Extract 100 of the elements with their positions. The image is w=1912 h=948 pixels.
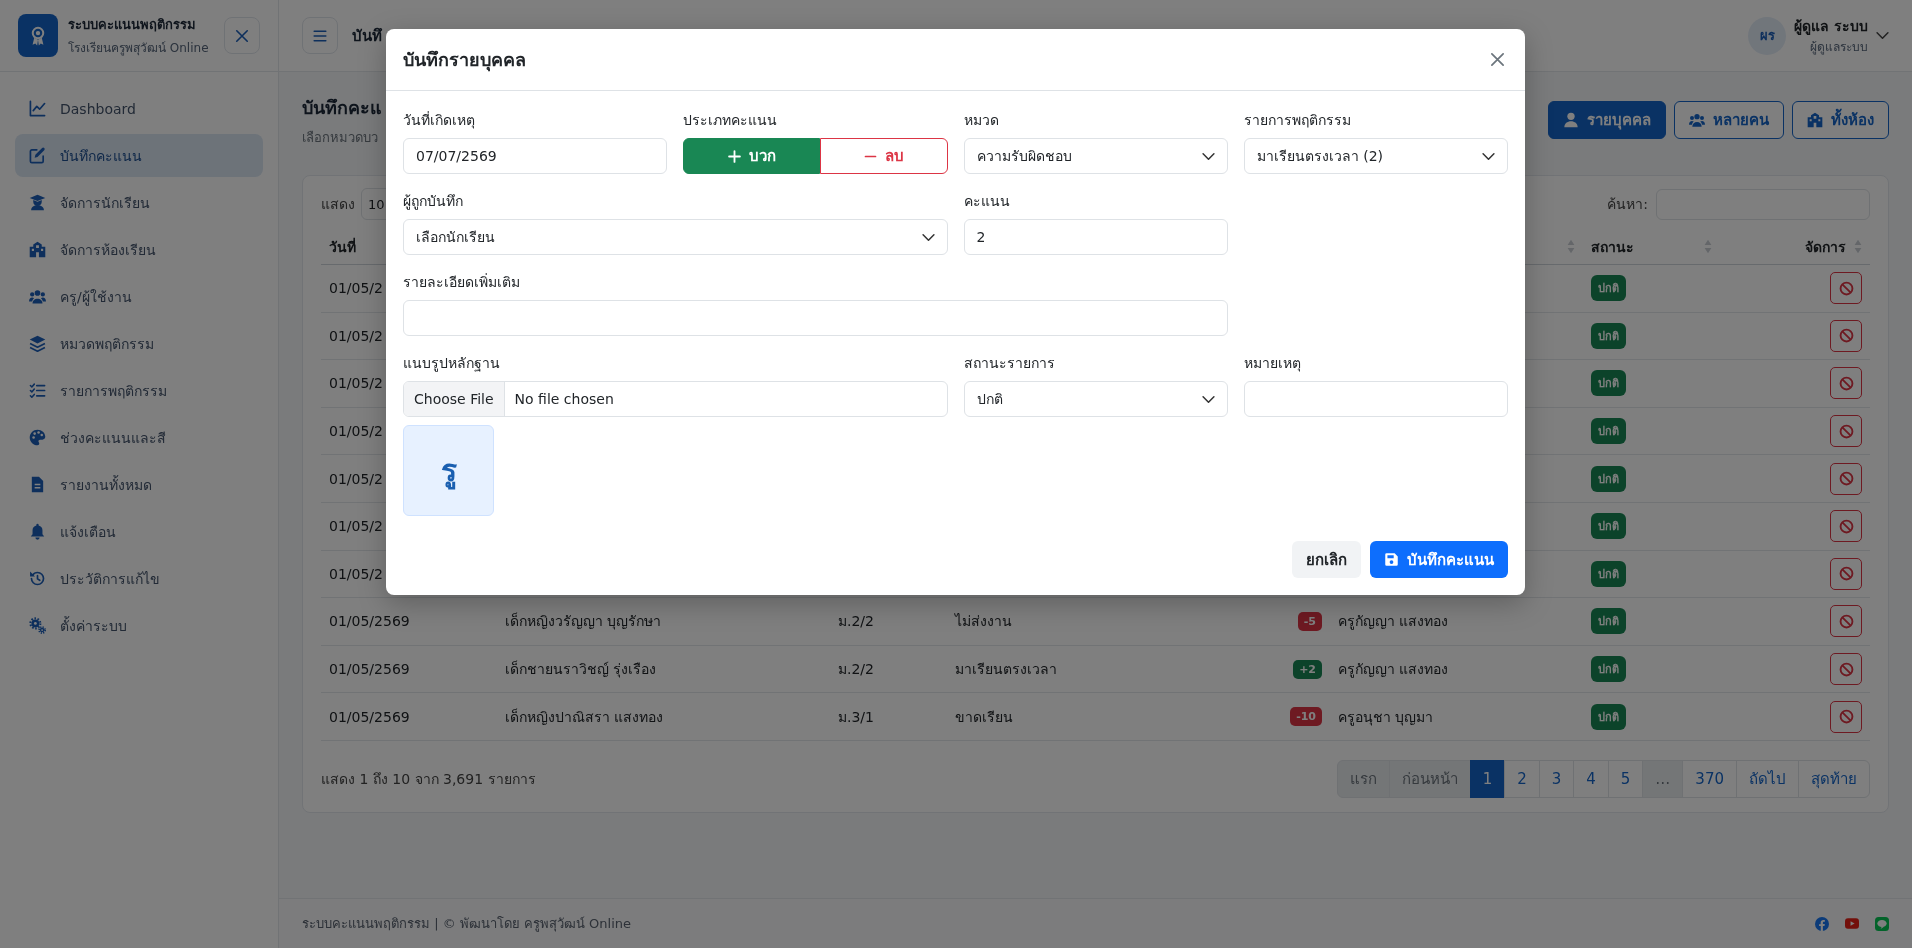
user-name: ผู้ดูแล ระบบ (1794, 17, 1868, 37)
chart-line-icon (29, 100, 46, 117)
sidebar-item[interactable]: Dashboard (15, 87, 263, 130)
user-avatar[interactable]: ผร (1748, 16, 1787, 55)
behavior-name: ไม่ส่งงาน (955, 612, 1012, 632)
layers-icon (29, 335, 46, 352)
date-text: 01/05/2 (329, 280, 383, 297)
column-header[interactable]: สถานะ (1591, 235, 1634, 258)
score-type-option[interactable]: บวก (683, 138, 821, 174)
choose-file-button[interactable]: Choose File (404, 382, 505, 416)
note-input[interactable] (1243, 381, 1508, 417)
page-button[interactable]: สุดท้าย (1798, 759, 1870, 798)
close-icon (1489, 52, 1505, 67)
users-icon (1689, 112, 1705, 128)
mode-button[interactable]: รายบุคคล (1548, 101, 1666, 139)
file-status-text: No file chosen (513, 391, 615, 407)
mode-button[interactable]: หลายคน (1674, 101, 1784, 139)
class-name: ม.3/1 (838, 707, 874, 727)
field-label: ผู้ถูกบันทึก (403, 192, 463, 211)
field-label: ประเภทคะแนน (683, 111, 778, 130)
teacher-name: ครูอนุชา บุญมา (1338, 707, 1434, 728)
sidebar-item[interactable]: บันทึกคะแนน (15, 134, 263, 177)
field-label: หมายเหตุ (1243, 354, 1301, 373)
sidebar-item[interactable]: ตั้งค่าระบบ (15, 604, 263, 647)
sidebar-item[interactable]: ครู/ผู้ใช้งาน (15, 275, 263, 318)
cancel-record-button[interactable] (1830, 272, 1862, 305)
page-button[interactable]: ถัดไป (1736, 759, 1799, 798)
cancel-record-button[interactable] (1830, 319, 1862, 352)
student-select[interactable]: เลือกนักเรียน (403, 219, 948, 255)
page-button[interactable]: 2 (1504, 759, 1540, 798)
ban-icon (1838, 376, 1854, 391)
cancel-record-button[interactable] (1830, 367, 1862, 400)
sidebar-item[interactable]: หมวดพฤติกรรม (15, 322, 263, 365)
cancel-button[interactable]: ยกเลิก (1292, 541, 1361, 578)
date-text: 01/05/2 (329, 565, 383, 582)
sidebar-item[interactable]: รายการพฤติกรรม (15, 369, 263, 412)
field-label: แนบรูปหลักฐาน (403, 354, 500, 373)
sidebar-item[interactable]: ประวัติการแก้ไข (15, 557, 263, 600)
school-name: โรงเรียนครูพสุวัฒน์ Online (68, 40, 209, 57)
points-input[interactable]: 2 (963, 219, 1228, 255)
sidebar-item[interactable]: ช่วงคะแนนและสี (15, 416, 263, 459)
page-button[interactable]: 1 (1469, 759, 1506, 798)
date-text: 01/05/2 (329, 375, 383, 392)
cancel-record-button[interactable] (1830, 700, 1862, 733)
status-badge: ปกติ (1591, 418, 1626, 445)
score-badge: +2 (1293, 659, 1322, 679)
cancel-record-button[interactable] (1830, 462, 1862, 495)
column-header[interactable]: จัดการ (1805, 235, 1846, 258)
history-icon (29, 570, 46, 587)
user-role: ผู้ดูแลระบบ (1810, 39, 1868, 56)
search-label: ค้นหา: (1607, 195, 1648, 214)
status-badge: ปกติ (1591, 275, 1626, 302)
cancel-record-button[interactable] (1830, 605, 1862, 638)
palette-icon (29, 429, 46, 446)
cancel-record-button[interactable] (1830, 653, 1862, 686)
score-badge: -5 (1297, 611, 1322, 631)
save-button[interactable]: บันทึกคะแนน (1370, 541, 1508, 578)
page-button[interactable]: 5 (1607, 759, 1644, 798)
class-name: ม.2/2 (838, 612, 874, 632)
date-input[interactable]: 07/07/2569 (403, 138, 668, 174)
cancel-record-button[interactable] (1830, 415, 1862, 448)
file-icon (29, 476, 46, 493)
sidebar-close-button[interactable] (224, 17, 260, 54)
menu-button[interactable] (302, 17, 338, 54)
field-label: หมวด (963, 111, 999, 130)
page-button[interactable]: 4 (1573, 759, 1609, 798)
page-button[interactable]: 3 (1538, 759, 1575, 798)
ban-icon (1838, 280, 1854, 296)
sidebar-item[interactable]: จัดการห้องเรียน (15, 228, 263, 271)
student-name: เด็กหญิงวรัญญา บุญรักษา (505, 611, 662, 632)
file-input[interactable]: Choose File No file chosen (403, 381, 948, 417)
page-button[interactable]: 370 (1682, 759, 1737, 798)
cancel-record-button[interactable] (1830, 557, 1862, 590)
date-text: 01/05/2569 (329, 661, 410, 678)
school-icon (29, 241, 46, 258)
behavior-select[interactable]: มาเรียนตรงเวลา (2) (1243, 138, 1508, 174)
table-info: แสดง 1 ถึง 10 จาก 3,691 รายการ (321, 769, 536, 789)
cancel-record-button[interactable] (1830, 510, 1862, 543)
score-type-option[interactable]: ลบ (820, 138, 948, 174)
sidebar-item[interactable]: แจ้งเตือน (15, 510, 263, 553)
status-badge: ปกติ (1591, 465, 1626, 492)
date-text: 01/05/2 (329, 518, 383, 535)
bell-icon (29, 523, 46, 540)
checklist-icon (29, 382, 46, 399)
behavior-name: มาเรียนตรงเวลา (955, 660, 1057, 680)
column-header[interactable]: วันที่ (329, 235, 356, 258)
ban-icon (1838, 661, 1854, 677)
category-select[interactable]: ความรับผิดชอบ (963, 138, 1228, 174)
date-text: 01/05/2 (329, 327, 383, 344)
score-badge: -10 (1290, 707, 1322, 727)
ban-icon (1838, 518, 1854, 534)
details-input[interactable] (403, 300, 1228, 336)
users-icon (29, 288, 46, 305)
school-icon (1807, 112, 1823, 128)
sidebar-item[interactable]: รายงานทั้งหมด (15, 463, 263, 506)
sidebar-item[interactable]: จัดการนักเรียน (15, 181, 263, 224)
status-select[interactable]: ปกติ (963, 381, 1228, 417)
app-title: ระบบคะแนนพฤติกรรม (68, 16, 196, 34)
mode-button[interactable]: ทั้งห้อง (1792, 101, 1889, 139)
date-text: 01/05/2 (329, 470, 383, 487)
